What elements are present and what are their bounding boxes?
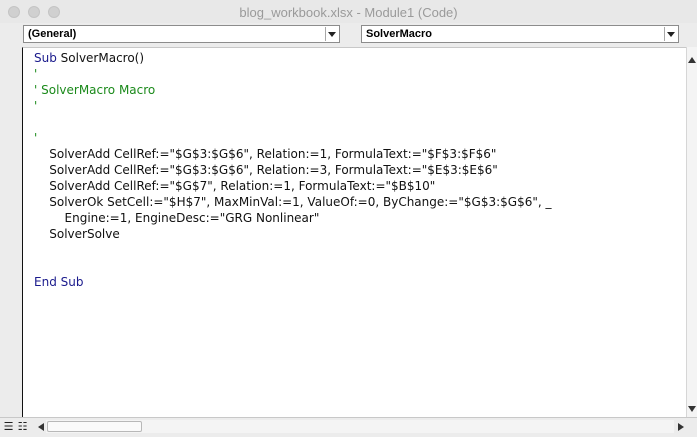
code-line[interactable]: SolverAdd CellRef:="$G$3:$G$6", Relation…: [34, 146, 551, 162]
code-comment: ': [34, 131, 38, 145]
chevron-down-icon[interactable]: [664, 27, 677, 41]
horizontal-scroll-thumb[interactable]: [47, 421, 142, 432]
code-comment: ': [34, 99, 38, 113]
object-dropdown[interactable]: (General): [23, 25, 340, 43]
code-token: SolverOk SetCell:="$H$7", MaxMinVal:=1, …: [34, 195, 552, 209]
scroll-down-arrow-icon[interactable]: [688, 406, 696, 412]
code-token: SolverAdd CellRef:="$G$3:$G$6", Relation…: [34, 147, 497, 161]
code-line[interactable]: SolverAdd CellRef:="$G$7", Relation:=1, …: [34, 178, 551, 194]
margin-indicator-bar[interactable]: [0, 47, 22, 417]
code-line[interactable]: ' SolverMacro Macro: [34, 82, 551, 98]
code-comment: ' SolverMacro Macro: [34, 83, 156, 97]
code-line[interactable]: [34, 242, 551, 258]
procedure-dropdown-value: SolverMacro: [366, 28, 433, 40]
code-token: SolverAdd CellRef:="$G$3:$G$6", Relation…: [34, 163, 498, 177]
code-line[interactable]: ': [34, 66, 551, 82]
scroll-left-arrow-icon[interactable]: [38, 423, 44, 431]
code-line[interactable]: ': [34, 98, 551, 114]
code-keyword: Sub: [34, 51, 61, 65]
code-line[interactable]: End Sub: [34, 274, 551, 290]
scroll-up-arrow-icon[interactable]: [688, 57, 696, 63]
code-token: SolverMacro(): [60, 51, 145, 65]
title-bar: blog_workbook.xlsx - Module1 (Code): [0, 0, 697, 24]
code-line[interactable]: SolverSolve: [34, 226, 551, 242]
code-editor[interactable]: Sub SolverMacro() ' ' SolverMacro Macro ' ' …: [22, 47, 686, 417]
code-line[interactable]: SolverAdd CellRef:="$G$3:$G$6", Relation…: [34, 162, 551, 178]
code-token: SolverSolve: [34, 227, 120, 241]
scroll-right-arrow-icon[interactable]: [678, 423, 684, 431]
chevron-down-icon[interactable]: [325, 27, 338, 41]
code-line[interactable]: [34, 114, 551, 130]
window-title: blog_workbook.xlsx - Module1 (Code): [239, 5, 458, 20]
code-comment: ': [34, 67, 38, 81]
code-line[interactable]: Sub SolverMacro(): [34, 50, 551, 66]
code-token: SolverAdd CellRef:="$G$7", Relation:=1, …: [34, 179, 436, 193]
horizontal-scrollbar-bar: ☰ ☷: [0, 417, 697, 437]
object-dropdown-value: (General): [28, 28, 77, 40]
procedure-view-icon[interactable]: ☰: [2, 421, 15, 433]
code-line[interactable]: ': [34, 130, 551, 146]
code-line[interactable]: [34, 258, 551, 274]
code-line[interactable]: Engine:=1, EngineDesc:="GRG Nonlinear": [34, 210, 551, 226]
vertical-scrollbar[interactable]: [686, 47, 697, 417]
code-line[interactable]: SolverOk SetCell:="$H$7", MaxMinVal:=1, …: [34, 194, 551, 210]
full-module-view-icon[interactable]: ☷: [16, 421, 29, 433]
code-keyword: End Sub: [34, 275, 84, 289]
code-text[interactable]: Sub SolverMacro() ' ' SolverMacro Macro ' ' …: [34, 50, 551, 290]
code-token: Engine:=1, EngineDesc:="GRG Nonlinear": [34, 211, 320, 225]
code-toolbar: (General) SolverMacro: [0, 23, 697, 47]
procedure-dropdown[interactable]: SolverMacro: [361, 25, 679, 43]
